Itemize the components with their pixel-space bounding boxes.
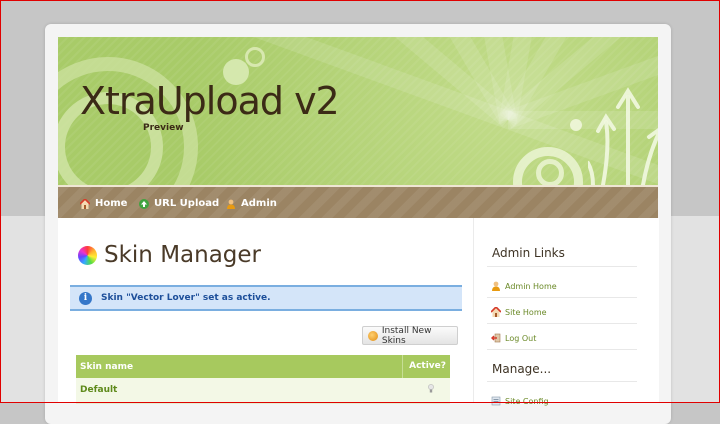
install-button-label: Install New Skins — [381, 325, 432, 346]
url-upload-icon — [139, 198, 149, 209]
column-header-skin-name: Skin name — [80, 362, 134, 372]
admin-user-icon — [492, 281, 500, 291]
status-notice: i Skin "Vector Lover" set as active. — [70, 285, 462, 311]
sidebar-heading-manage: Manage... — [492, 362, 552, 376]
nav-item-url-upload[interactable]: URL Upload — [139, 198, 219, 209]
home-icon — [80, 198, 90, 209]
skins-table: Skin name Active? Default — [76, 355, 450, 404]
sidebar-link-label: Site Config — [505, 396, 549, 406]
decor-arrows — [588, 87, 658, 185]
sidebar-link-label: Site Home — [505, 307, 547, 317]
sidebar-link-label: Log Out — [505, 333, 537, 343]
logout-icon — [491, 333, 501, 343]
nav-item-label: URL Upload — [154, 198, 220, 209]
page-title-text: Skin Manager — [104, 242, 262, 268]
table-header: Skin name Active? — [76, 355, 450, 378]
nav-item-admin[interactable]: Admin — [226, 198, 277, 209]
sidebar-link-label: Admin Home — [505, 281, 557, 291]
config-icon — [491, 396, 501, 406]
sidebar-heading-admin-links: Admin Links — [492, 246, 565, 260]
site-logo-subtitle: Preview — [143, 123, 184, 133]
nav-item-label: Home — [95, 198, 128, 209]
home-icon — [491, 307, 501, 317]
sidebar-link-site-home[interactable]: Site Home — [491, 307, 547, 317]
main-nav: Home URL Upload Admin — [58, 185, 658, 220]
admin-user-icon — [227, 199, 235, 209]
nav-item-home[interactable]: Home — [80, 198, 127, 209]
lightbulb-icon[interactable] — [428, 384, 434, 394]
column-header-active: Active? — [402, 355, 446, 378]
table-row: Default — [76, 378, 450, 404]
sidebar-link-admin-home[interactable]: Admin Home — [491, 281, 557, 291]
color-wheel-icon — [78, 245, 97, 265]
page-title: Skin Manager — [78, 242, 261, 268]
nav-item-label: Admin — [241, 198, 277, 209]
site-logo-title: XtraUpload v2 — [80, 79, 340, 123]
status-notice-text: Skin "Vector Lover" set as active. — [101, 293, 271, 303]
header-banner: XtraUpload v2 Preview — [58, 37, 658, 185]
install-new-skins-button[interactable]: Install New Skins — [362, 325, 458, 346]
decor-dot-2 — [245, 47, 265, 67]
sidebar-link-site-config[interactable]: Site Config — [491, 396, 549, 406]
sidebar-link-log-out[interactable]: Log Out — [491, 333, 536, 343]
decor-ring-right-small — [536, 159, 564, 185]
decor-dot-3 — [570, 119, 582, 131]
install-icon — [368, 330, 378, 341]
skin-name-link[interactable]: Default — [80, 385, 117, 395]
info-icon: i — [79, 291, 92, 305]
